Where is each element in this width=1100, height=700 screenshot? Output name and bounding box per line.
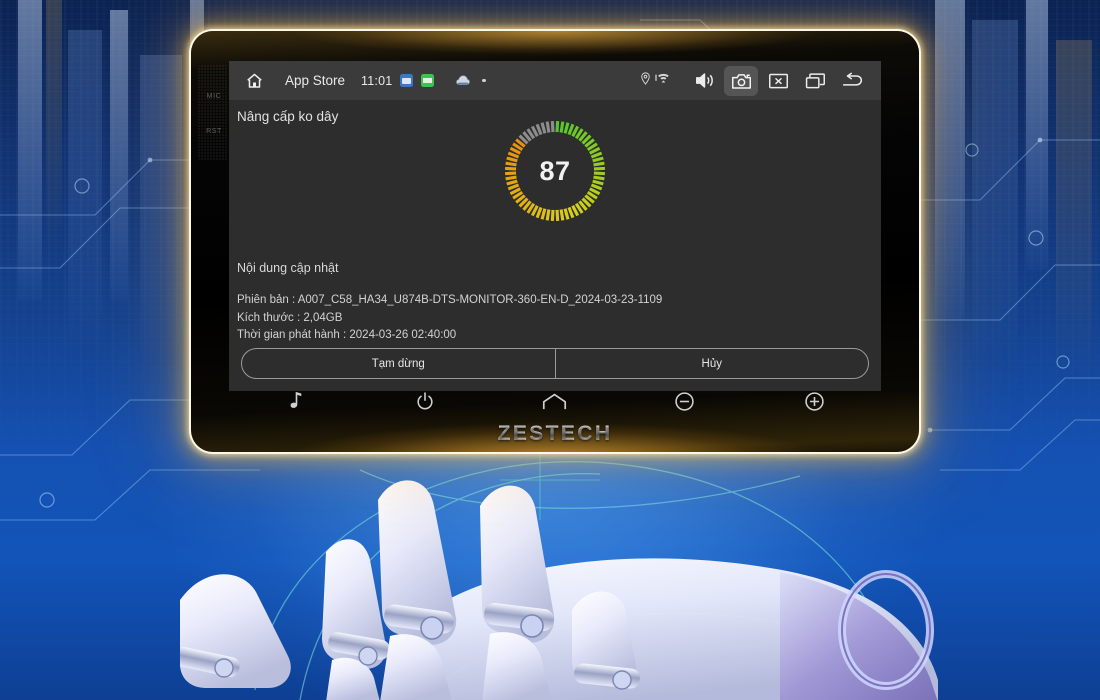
- status-bar: App Store 11:01: [229, 61, 881, 100]
- scene-background: MIC RST App Store 11:01: [0, 0, 1100, 700]
- building: [1026, 0, 1048, 270]
- music-note-icon[interactable]: [281, 386, 311, 416]
- home-outline-icon[interactable]: [540, 386, 570, 416]
- back-icon[interactable]: [835, 66, 869, 96]
- building: [46, 0, 62, 250]
- plus-circle-icon[interactable]: [799, 386, 829, 416]
- app-icon-green: [421, 74, 435, 87]
- building: [18, 0, 42, 300]
- device-left-bezel: MIC RST: [197, 65, 231, 161]
- pause-button[interactable]: Tạm dừng: [242, 349, 555, 378]
- wifi-icon: [655, 72, 672, 90]
- download-progress-ring: 87: [503, 119, 607, 223]
- app-icon-blue: [400, 74, 414, 87]
- location-pin-icon: [641, 71, 650, 90]
- building: [935, 0, 965, 320]
- car-head-unit-device: MIC RST App Store 11:01: [191, 31, 919, 452]
- detail-version: Phiên bản : A007_C58_HA34_U874B-DTS-MONI…: [237, 294, 663, 306]
- detail-size: Kích thước : 2,04GB: [237, 311, 343, 324]
- status-bar-actions: [641, 65, 869, 96]
- cancel-button[interactable]: Hủy: [554, 349, 869, 378]
- screenshot-icon[interactable]: [724, 65, 758, 96]
- building: [1056, 40, 1092, 370]
- progress-percent-label: 87: [539, 155, 571, 186]
- device-screen: App Store 11:01 Nâng cấp ko dây 87 Nội d…: [229, 61, 881, 391]
- update-content: Nội dung cập nhật Phiên bản : A007_C58_H…: [237, 261, 871, 345]
- brand-logo: ZESTECH: [191, 422, 919, 446]
- mic-mesh: [198, 65, 228, 161]
- building: [110, 10, 128, 300]
- home-icon[interactable]: [239, 72, 269, 90]
- detail-release-time: Thời gian phát hành : 2024-03-26 02:40:0…: [237, 329, 457, 341]
- dot-indicator: [482, 78, 486, 83]
- progress-ring-wrapper: 87: [229, 119, 881, 223]
- minus-circle-icon[interactable]: [670, 386, 700, 416]
- app-store-label: App Store: [285, 73, 346, 88]
- update-details: Phiên bản : A007_C58_HA34_U874B-DTS-MONI…: [237, 292, 871, 345]
- clock-label: 11:01: [361, 73, 393, 88]
- robotic-hand: [180, 480, 938, 700]
- volume-icon[interactable]: [687, 66, 721, 96]
- building: [972, 20, 1018, 370]
- power-icon[interactable]: [410, 386, 440, 416]
- content-heading: Nội dung cập nhật: [237, 261, 339, 275]
- building: [140, 55, 182, 365]
- building: [68, 30, 102, 360]
- recents-icon[interactable]: [798, 66, 832, 96]
- cloud-icon: [456, 75, 471, 86]
- action-button-bar: Tạm dừng Hủy: [241, 348, 869, 379]
- close-icon[interactable]: [761, 66, 795, 96]
- hardware-button-bar: [231, 384, 879, 418]
